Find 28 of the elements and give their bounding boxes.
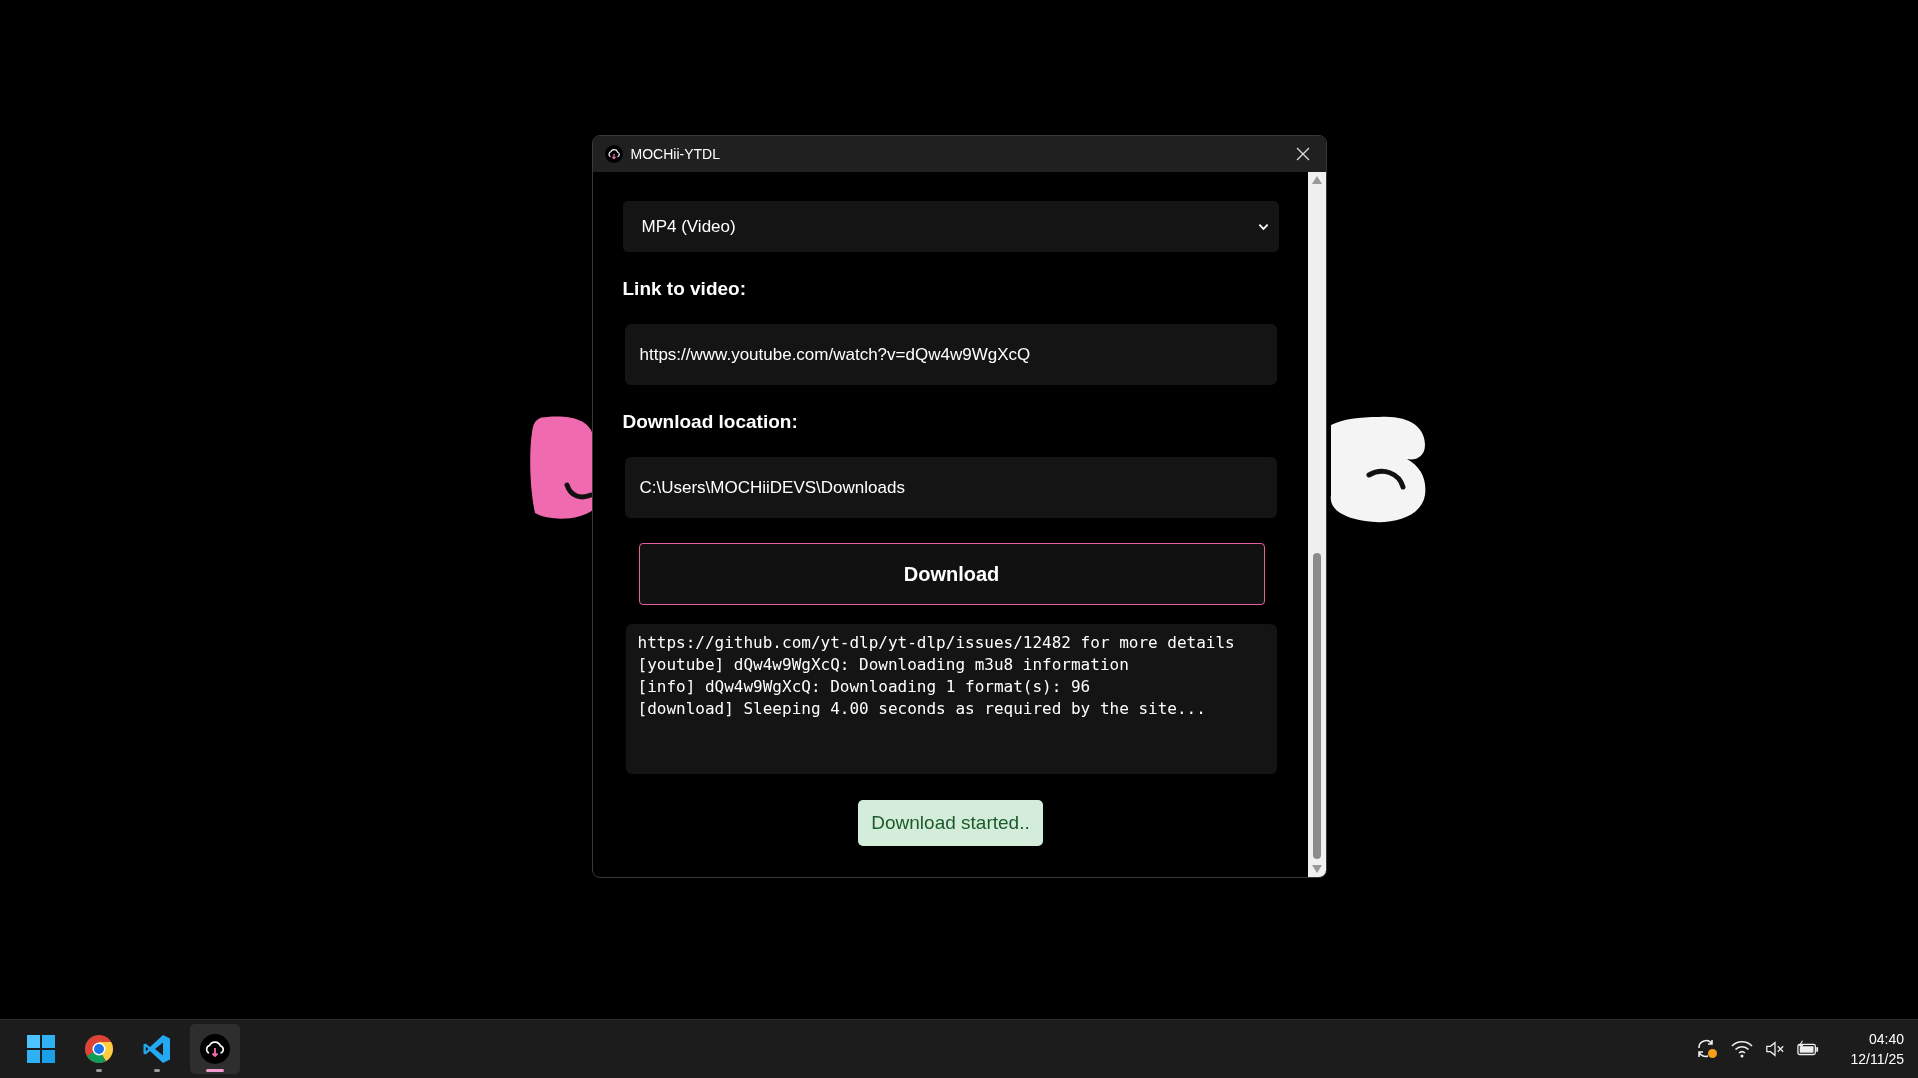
windows-logo-icon <box>27 1035 55 1063</box>
scrollbar-thumb[interactable] <box>1312 553 1321 859</box>
close-icon <box>1295 147 1310 161</box>
battery-charging-icon[interactable] <box>1796 1040 1819 1058</box>
speaker-muted-icon[interactable] <box>1764 1040 1785 1058</box>
cloud-download-icon <box>604 145 623 163</box>
video-link-field[interactable]: https://www.youtube.com/watch?v=dQw4w9WgXcQ <box>624 324 1277 385</box>
format-dropdown[interactable]: MP4 (Video) <box>622 201 1279 252</box>
cloud-download-icon <box>200 1034 230 1064</box>
status-toast: Download started.. <box>858 800 1043 846</box>
code-editor-logo-icon <box>142 1034 172 1064</box>
chevron-down-icon <box>1257 222 1269 231</box>
download-location-field[interactable]: C:\Users\MOCHiiDEVS\Downloads <box>624 457 1277 518</box>
taskbar-app[interactable] <box>190 1024 240 1074</box>
wifi-icon[interactable] <box>1730 1040 1753 1058</box>
window-title: MOCHii-YTDL <box>630 146 721 162</box>
browser-logo-icon <box>84 1034 114 1064</box>
scrollbar[interactable] <box>1307 172 1326 877</box>
field-label: Download location: <box>622 411 799 433</box>
field-label: Link to video: <box>622 278 747 300</box>
clock-time: 04:40 <box>1868 1030 1904 1049</box>
clock[interactable]: 04:40 12/11/25 <box>1850 1029 1904 1069</box>
log-line: [youtube] dQw4w9WgXcQ: Downloading m3u8 information <box>637 654 1130 676</box>
log-line: https://github.com/yt-dlp/yt-dlp/issues/12482 for more details <box>637 632 1236 654</box>
log-line: [download] Sleeping 4.00 seconds as required by the site... <box>637 698 1207 720</box>
clock-date: 12/11/25 <box>1850 1050 1904 1069</box>
log-line: [info] dQw4w9WgXcQ: Downloading 1 format(s): 96 <box>637 676 1092 698</box>
download-button[interactable]: Download <box>638 543 1265 605</box>
